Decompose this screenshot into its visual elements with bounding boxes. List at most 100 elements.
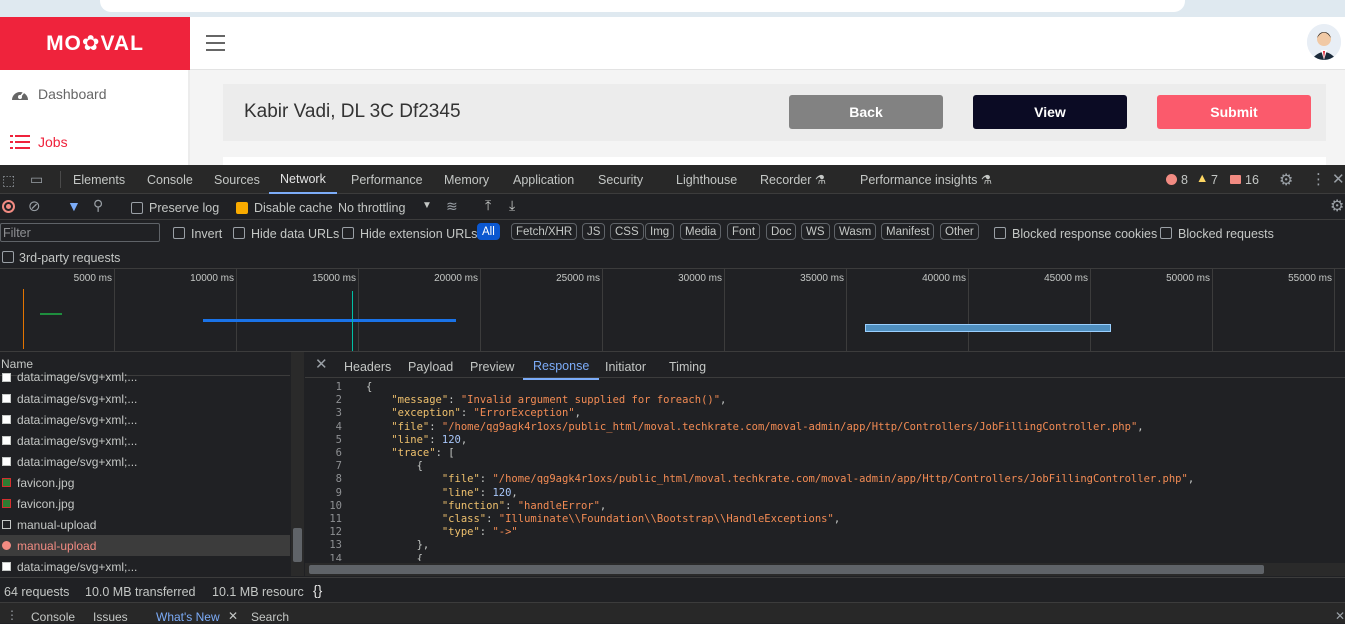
inspect-element-icon[interactable]: ⬚ bbox=[2, 172, 15, 189]
sidebar-item-jobs[interactable]: Jobs bbox=[0, 120, 188, 164]
drawer-tab-console[interactable]: Console bbox=[31, 610, 75, 624]
filter-type-css[interactable]: CSS bbox=[610, 223, 644, 240]
tab-initiator[interactable]: Initiator bbox=[605, 354, 646, 380]
code-line: 7 { bbox=[304, 460, 423, 473]
line-number: 2 bbox=[335, 394, 342, 407]
code-text: }, bbox=[366, 539, 430, 552]
third-party-requests-checkbox[interactable] bbox=[2, 251, 14, 263]
drawer-tab-search[interactable]: Search bbox=[251, 610, 289, 624]
view-button[interactable]: View bbox=[973, 95, 1127, 129]
drawer-tab-issues[interactable]: Issues bbox=[93, 610, 128, 624]
tab-application[interactable]: Application bbox=[513, 165, 574, 194]
export-har-icon[interactable]: ⤓ bbox=[509, 197, 515, 214]
close-detail-icon[interactable]: ✕ bbox=[315, 355, 328, 373]
sidebar-item-dashboard[interactable]: Dashboard bbox=[0, 72, 188, 116]
tab-console[interactable]: Console bbox=[147, 165, 193, 194]
address-bar[interactable] bbox=[100, 0, 1185, 12]
tab-memory[interactable]: Memory bbox=[444, 165, 489, 194]
transferred-size: 10.0 MB transferred bbox=[85, 585, 196, 599]
timeline-bar bbox=[40, 313, 62, 315]
filter-type-font[interactable]: Font bbox=[727, 223, 761, 240]
close-tab-icon[interactable]: ✕ bbox=[228, 609, 238, 623]
line-number: 6 bbox=[335, 447, 342, 459]
preserve-log-checkbox[interactable] bbox=[131, 202, 143, 214]
tab-response[interactable]: Response bbox=[523, 354, 600, 380]
code-text: "file": "/home/qg9agk4r1oxs/public_html/… bbox=[391, 420, 1144, 433]
page-title: Kabir Vadi, DL 3C Df2345 bbox=[244, 101, 461, 122]
tab-payload[interactable]: Payload bbox=[408, 354, 453, 380]
error-count[interactable]: 8 bbox=[1181, 173, 1188, 187]
hide-extension-urls-checkbox[interactable] bbox=[342, 227, 354, 239]
filter-type-wasm[interactable]: Wasm bbox=[834, 223, 877, 240]
filter-type-other[interactable]: Other bbox=[940, 223, 979, 240]
drawer-tab-whats-new[interactable]: What's New bbox=[156, 610, 220, 624]
tab-security[interactable]: Security bbox=[598, 165, 643, 194]
tab-lighthouse[interactable]: Lighthouse bbox=[676, 165, 737, 194]
settings-gear-icon[interactable]: ⚙ bbox=[1279, 170, 1293, 190]
sidebar: Dashboard Jobs bbox=[0, 70, 190, 165]
import-har-icon[interactable]: ⤒ bbox=[485, 197, 491, 214]
user-avatar[interactable] bbox=[1307, 24, 1341, 60]
disable-cache-checkbox[interactable] bbox=[236, 202, 248, 214]
filter-type-img[interactable]: Img bbox=[645, 223, 675, 240]
name-column-header[interactable]: Name bbox=[1, 357, 33, 371]
timeline-bar bbox=[865, 324, 1111, 332]
tab-preview[interactable]: Preview bbox=[470, 354, 514, 380]
code-text: "file": "/home/qg9agk4r1oxs/public_html/… bbox=[441, 473, 1195, 486]
hide-data-urls-label: Hide data URLs bbox=[251, 227, 340, 241]
gridline bbox=[358, 269, 359, 351]
tab-network[interactable]: Network bbox=[269, 165, 337, 194]
throttling-select[interactable]: No throttling bbox=[338, 201, 405, 215]
timeline-tick: 10000 ms bbox=[190, 273, 234, 284]
code-line: 4 "file": "/home/qg9agk4r1oxs/public_htm… bbox=[304, 421, 1144, 434]
pretty-print-icon[interactable]: {} bbox=[313, 582, 322, 598]
drawer-menu-icon[interactable]: ⋮ bbox=[6, 608, 18, 622]
tab-sources[interactable]: Sources bbox=[214, 165, 260, 194]
filter-icon[interactable]: ▼ bbox=[67, 198, 81, 214]
devtools-panel: ⬚ ▭ Elements Console Sources Network Per… bbox=[0, 165, 1345, 624]
response-code-view[interactable]: 1{2 "message": "Invalid argument supplie… bbox=[0, 381, 1345, 561]
more-menu-icon[interactable]: ⋮ bbox=[1311, 170, 1326, 188]
blocked-requests-checkbox[interactable] bbox=[1160, 227, 1172, 239]
filter-type-js[interactable]: JS bbox=[582, 223, 606, 240]
tab-timing[interactable]: Timing bbox=[669, 354, 706, 380]
tab-performance-insights[interactable]: Performance insights ⚗ bbox=[860, 165, 992, 194]
blocked-response-cookies-checkbox[interactable] bbox=[994, 227, 1006, 239]
timeline-tick: 40000 ms bbox=[922, 273, 966, 284]
close-drawer-icon[interactable]: ✕ bbox=[1335, 609, 1345, 623]
line-number: 13 bbox=[329, 539, 342, 552]
tab-performance[interactable]: Performance bbox=[351, 165, 423, 194]
filter-type-media[interactable]: Media bbox=[680, 223, 722, 240]
hamburger-menu-icon[interactable] bbox=[206, 35, 225, 51]
invert-checkbox[interactable] bbox=[173, 227, 185, 239]
network-conditions-icon[interactable]: ≋ bbox=[446, 198, 458, 215]
chevron-down-icon[interactable]: ▼ bbox=[422, 200, 432, 211]
record-icon[interactable] bbox=[2, 200, 15, 213]
filter-type-ws[interactable]: WS bbox=[801, 223, 830, 240]
device-toolbar-icon[interactable]: ▭ bbox=[30, 171, 43, 188]
line-number: 10 bbox=[329, 499, 342, 512]
gridline bbox=[480, 269, 481, 351]
filter-input[interactable]: Filter bbox=[0, 223, 160, 242]
warning-count[interactable]: 7 bbox=[1211, 173, 1218, 187]
tab-headers[interactable]: Headers bbox=[344, 354, 391, 380]
close-devtools-icon[interactable]: ✕ bbox=[1332, 170, 1345, 188]
warning-icon: ▲ bbox=[1196, 171, 1209, 185]
code-text: "line": 120, bbox=[441, 486, 518, 499]
back-button[interactable]: Back bbox=[789, 95, 943, 129]
submit-button[interactable]: Submit bbox=[1157, 95, 1311, 129]
filter-type-manifest[interactable]: Manifest bbox=[881, 223, 935, 240]
hide-data-urls-checkbox[interactable] bbox=[233, 227, 245, 239]
tab-recorder[interactable]: Recorder ⚗ bbox=[760, 165, 826, 194]
search-icon[interactable]: ⚲ bbox=[93, 197, 103, 214]
tab-elements[interactable]: Elements bbox=[73, 165, 125, 194]
filter-type-doc[interactable]: Doc bbox=[766, 223, 797, 240]
filter-type-fetch-xhr[interactable]: Fetch/XHR bbox=[511, 223, 578, 240]
brand-logo[interactable]: MO✿VAL bbox=[0, 17, 190, 70]
clear-icon[interactable]: ⊘ bbox=[28, 197, 41, 215]
horizontal-scrollbar[interactable] bbox=[305, 563, 1345, 576]
issues-count[interactable]: 16 bbox=[1245, 173, 1259, 187]
network-settings-icon[interactable]: ⚙ bbox=[1330, 196, 1344, 216]
code-text: "line": 120, bbox=[391, 433, 468, 446]
filter-type-all[interactable]: All bbox=[477, 223, 500, 240]
